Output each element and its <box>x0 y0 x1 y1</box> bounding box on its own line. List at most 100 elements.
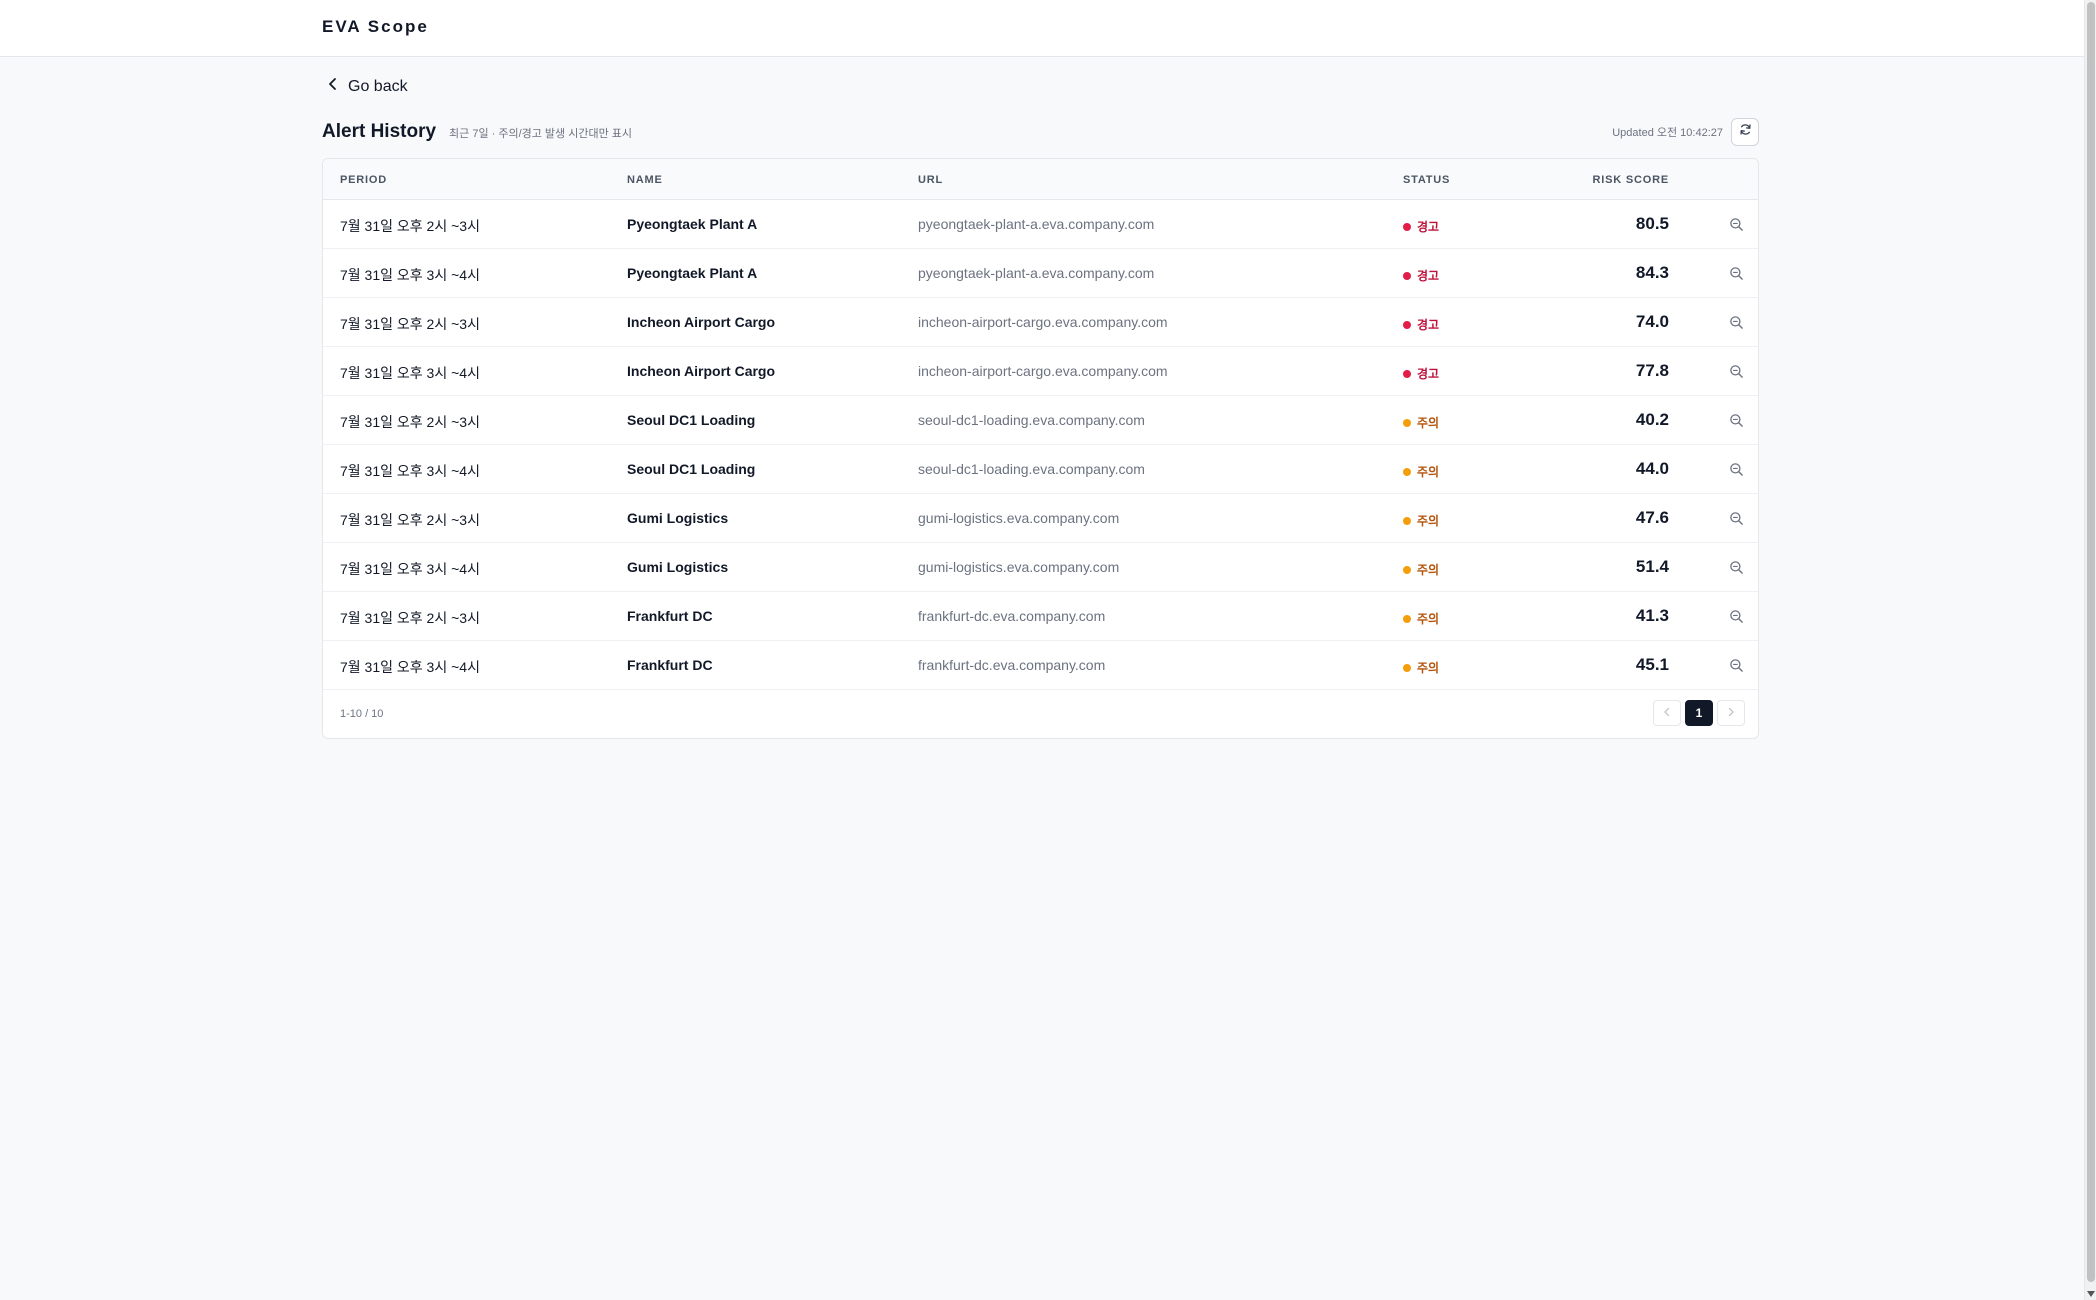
cell-name: Pyeongtaek Plant A <box>627 216 758 232</box>
page-button-current[interactable]: 1 <box>1685 700 1713 726</box>
status-badge: 주의 <box>1403 561 1439 578</box>
go-back-label: Go back <box>348 77 408 95</box>
status-badge: 주의 <box>1403 414 1439 431</box>
column-header-status: STATUS <box>1403 174 1451 186</box>
cell-url: gumi-logistics.eva.company.com <box>918 510 1120 526</box>
table-body: 7월 31일 오후 2시 ~3시 Pyeongtaek Plant A pyeong… <box>323 200 1758 690</box>
zoom-icon[interactable] <box>1729 315 1745 331</box>
page-scrollbar[interactable] <box>2084 0 2096 1300</box>
scroll-down-arrow-icon[interactable] <box>2087 1291 2095 1297</box>
status-dot <box>1403 369 1411 378</box>
cell-name: Frankfurt DC <box>627 657 713 673</box>
column-header-name: NAME <box>627 174 663 186</box>
status-dot <box>1403 516 1411 525</box>
cell-name: Seoul DC1 Loading <box>627 461 756 477</box>
status-label: 경고 <box>1417 318 1440 332</box>
cell-risk-score: 74.0 <box>1635 312 1669 331</box>
cell-url: pyeongtaek-plant-a.eva.company.com <box>918 216 1155 232</box>
cell-risk-score: 51.4 <box>1635 557 1669 576</box>
cell-name: Gumi Logistics <box>627 559 729 575</box>
cell-risk-score: 40.2 <box>1635 410 1669 429</box>
status-dot <box>1403 320 1411 329</box>
next-page-button[interactable] <box>1717 700 1745 726</box>
cell-period: 7월 31일 오후 3시 ~4시 <box>340 561 480 577</box>
refresh-icon <box>1739 123 1752 141</box>
status-label: 경고 <box>1417 269 1440 283</box>
alert-history-table: PERIOD NAME URL STATUS RISK SCORE 7월 31일… <box>322 158 1759 739</box>
table-row[interactable]: 7월 31일 오후 3시 ~4시 Frankfurt DC frankfurt-dc… <box>323 641 1758 690</box>
page-title: Alert History <box>322 121 437 142</box>
update-status: Updated 오전 10:42:27 <box>1612 118 1759 146</box>
table-row[interactable]: 7월 31일 오후 3시 ~4시 Incheon Airport Cargo inc… <box>323 347 1758 396</box>
cell-risk-score: 45.1 <box>1635 655 1669 674</box>
refresh-button[interactable] <box>1731 118 1759 146</box>
pagination-count: 1-10 / 10 <box>340 708 384 720</box>
cell-url: incheon-airport-cargo.eva.company.com <box>918 314 1168 330</box>
zoom-icon[interactable] <box>1729 511 1745 527</box>
status-label: 주의 <box>1417 661 1440 675</box>
zoom-icon[interactable] <box>1729 462 1745 478</box>
go-back-link[interactable]: Go back <box>326 77 408 96</box>
cell-period: 7월 31일 오후 2시 ~3시 <box>340 610 480 626</box>
chevron-left-icon <box>1662 706 1672 720</box>
table-row[interactable]: 7월 31일 오후 2시 ~3시 Gumi Logistics gumi-logis… <box>323 494 1758 543</box>
cell-risk-score: 41.3 <box>1635 606 1669 625</box>
page-subtitle: 최근 7일 · 주의/경고 발생 시간대만 표시 <box>449 128 633 140</box>
cell-risk-score: 77.8 <box>1635 361 1669 380</box>
zoom-icon[interactable] <box>1729 413 1745 429</box>
page-header: Alert History 최근 7일 · 주의/경고 발생 시간대만 표시 U… <box>322 118 1759 146</box>
table-row[interactable]: 7월 31일 오후 2시 ~3시 Pyeongtaek Plant A pyeong… <box>323 200 1758 249</box>
cell-period: 7월 31일 오후 2시 ~3시 <box>340 414 480 430</box>
status-label: 주의 <box>1417 416 1440 430</box>
scrollbar-thumb[interactable] <box>2087 2 2095 1282</box>
updated-timestamp: Updated 오전 10:42:27 <box>1612 127 1723 139</box>
zoom-icon[interactable] <box>1729 609 1745 625</box>
status-label: 주의 <box>1417 514 1440 528</box>
cell-risk-score: 44.0 <box>1635 459 1669 478</box>
status-label: 주의 <box>1417 465 1440 479</box>
status-badge: 경고 <box>1403 267 1439 284</box>
zoom-icon[interactable] <box>1729 364 1745 380</box>
app-title: EVA Scope <box>322 17 429 36</box>
cell-period: 7월 31일 오후 2시 ~3시 <box>340 512 480 528</box>
table-row[interactable]: 7월 31일 오후 3시 ~4시 Seoul DC1 Loading seoul-d… <box>323 445 1758 494</box>
table-row[interactable]: 7월 31일 오후 2시 ~3시 Seoul DC1 Loading seoul-d… <box>323 396 1758 445</box>
status-dot <box>1403 467 1411 476</box>
table-row[interactable]: 7월 31일 오후 2시 ~3시 Incheon Airport Cargo inc… <box>323 298 1758 347</box>
chevron-right-icon <box>1726 706 1736 720</box>
status-dot <box>1403 565 1411 574</box>
cell-url: seoul-dc1-loading.eva.company.com <box>918 412 1145 428</box>
cell-period: 7월 31일 오후 3시 ~4시 <box>340 659 480 675</box>
status-badge: 주의 <box>1403 463 1439 480</box>
column-header-risk-score: RISK SCORE <box>1592 174 1669 186</box>
status-badge: 경고 <box>1403 218 1439 235</box>
status-label: 주의 <box>1417 563 1440 577</box>
cell-period: 7월 31일 오후 2시 ~3시 <box>340 218 480 234</box>
cell-name: Pyeongtaek Plant A <box>627 265 758 281</box>
zoom-icon[interactable] <box>1729 266 1745 282</box>
status-dot <box>1403 418 1411 427</box>
top-bar: EVA Scope <box>0 0 2084 57</box>
status-dot <box>1403 663 1411 672</box>
status-label: 경고 <box>1417 367 1440 381</box>
status-badge: 주의 <box>1403 512 1439 529</box>
cell-period: 7월 31일 오후 3시 ~4시 <box>340 463 480 479</box>
zoom-icon[interactable] <box>1729 217 1745 233</box>
prev-page-button[interactable] <box>1653 700 1681 726</box>
table-row[interactable]: 7월 31일 오후 3시 ~4시 Gumi Logistics gumi-logis… <box>323 543 1758 592</box>
pagination: 1 <box>1653 700 1745 726</box>
cell-risk-score: 47.6 <box>1635 508 1669 527</box>
zoom-icon[interactable] <box>1729 658 1745 674</box>
cell-period: 7월 31일 오후 2시 ~3시 <box>340 316 480 332</box>
status-badge: 경고 <box>1403 365 1439 382</box>
status-badge: 주의 <box>1403 610 1439 627</box>
status-dot <box>1403 222 1411 231</box>
column-header-period: PERIOD <box>340 174 387 186</box>
status-label: 주의 <box>1417 612 1440 626</box>
table-footer: 1-10 / 10 1 <box>323 690 1758 738</box>
zoom-icon[interactable] <box>1729 560 1745 576</box>
table-row[interactable]: 7월 31일 오후 2시 ~3시 Frankfurt DC frankfurt-dc… <box>323 592 1758 641</box>
table-row[interactable]: 7월 31일 오후 3시 ~4시 Pyeongtaek Plant A pyeong… <box>323 249 1758 298</box>
chevron-left-icon <box>326 77 340 96</box>
cell-risk-score: 84.3 <box>1635 263 1669 282</box>
